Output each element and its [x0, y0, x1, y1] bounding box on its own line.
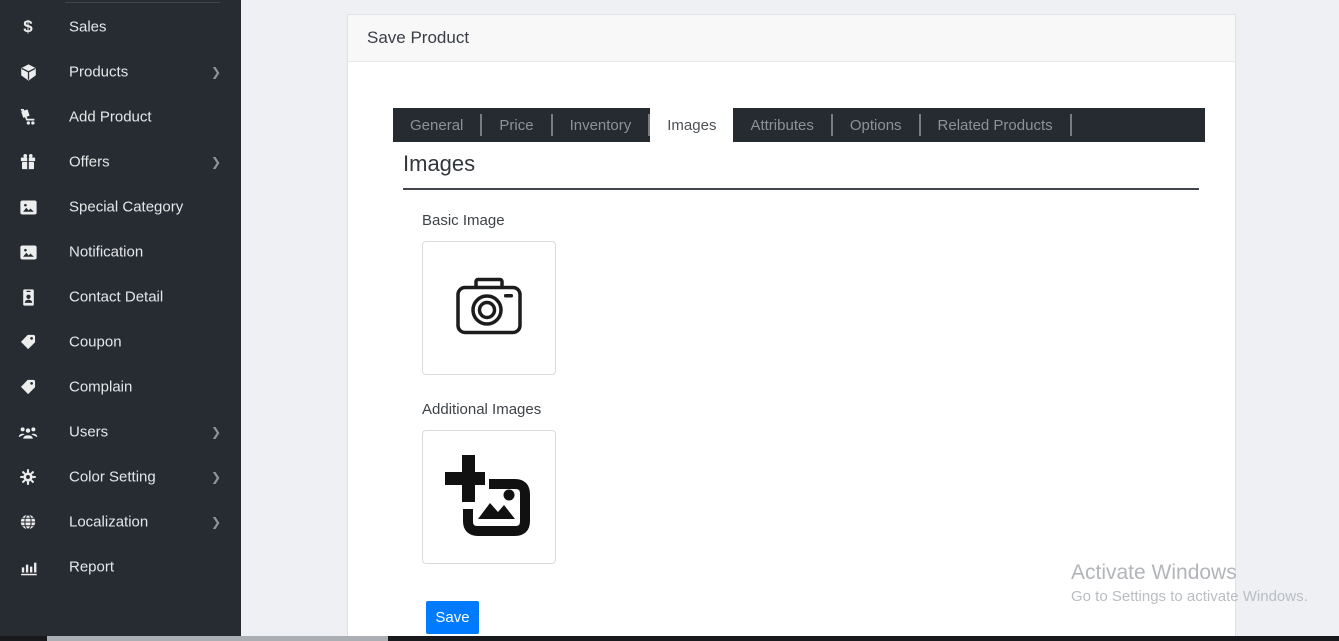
sidebar-item-color-setting[interactable]: Color Setting ❯ [0, 455, 241, 500]
tag-icon [17, 376, 39, 398]
additional-images-upload[interactable] [422, 430, 556, 564]
chevron-right-icon: ❯ [211, 470, 221, 484]
gift-icon [17, 151, 39, 173]
sidebar-item-special-category[interactable]: Special Category ❯ [0, 185, 241, 230]
sidebar-item-coupon[interactable]: Coupon ❯ [0, 320, 241, 365]
tab-price[interactable]: Price [482, 108, 550, 142]
sidebar-divider [65, 2, 220, 3]
image-icon [17, 241, 39, 263]
scrollbar-thumb[interactable] [47, 636, 388, 641]
save-product-card: Save Product GeneralPriceInventoryImages… [347, 14, 1236, 641]
sidebar: $ Sales ❯ Products ❯ Add Product ❯ Offer… [0, 0, 241, 641]
chevron-right-icon: ❯ [211, 155, 221, 169]
sidebar-item-label: Add Product [69, 109, 152, 126]
sidebar-item-label: Coupon [69, 334, 122, 351]
sidebar-item-label: Products [69, 64, 128, 81]
sidebar-item-label: Offers [69, 154, 110, 171]
tab-bar: GeneralPriceInventoryImagesAttributesOpt… [393, 108, 1205, 142]
basic-image-label: Basic Image [422, 212, 505, 229]
screen: $ Sales ❯ Products ❯ Add Product ❯ Offer… [0, 0, 1339, 641]
tag-icon [17, 331, 39, 353]
add-photo-icon [445, 451, 533, 544]
sidebar-item-localization[interactable]: Localization ❯ [0, 500, 241, 545]
globe-icon [17, 511, 39, 533]
sidebar-item-label: Users [69, 424, 108, 441]
sidebar-item-label: Special Category [69, 199, 183, 216]
sidebar-item-complain[interactable]: Complain ❯ [0, 365, 241, 410]
sidebar-item-label: Color Setting [69, 469, 156, 486]
sidebar-item-offers[interactable]: Offers ❯ [0, 140, 241, 185]
sidebar-item-label: Sales [69, 19, 107, 36]
address-card-icon [17, 286, 39, 308]
chevron-right-icon: ❯ [211, 515, 221, 529]
chevron-right-icon: ❯ [211, 65, 221, 79]
tab-inventory[interactable]: Inventory [553, 108, 649, 142]
basic-image-upload[interactable] [422, 241, 556, 375]
camera-icon [456, 277, 522, 340]
chevron-right-icon: ❯ [211, 425, 221, 439]
tab-general[interactable]: General [393, 108, 480, 142]
sidebar-item-add-product[interactable]: Add Product ❯ [0, 95, 241, 140]
sidebar-item-products[interactable]: Products ❯ [0, 50, 241, 95]
cube-icon [17, 61, 39, 83]
sidebar-item-label: Notification [69, 244, 143, 261]
dolly-icon [17, 106, 39, 128]
tab-images[interactable]: Images [650, 104, 733, 150]
save-button[interactable]: Save [426, 601, 479, 634]
sidebar-item-label: Localization [69, 514, 148, 531]
sidebar-item-users[interactable]: Users ❯ [0, 410, 241, 455]
tab-related-products[interactable]: Related Products [921, 108, 1070, 142]
sidebar-item-contact-detail[interactable]: Contact Detail ❯ [0, 275, 241, 320]
sidebar-item-label: Report [69, 559, 114, 576]
sidebar-item-label: Complain [69, 379, 132, 396]
tab-attributes[interactable]: Attributes [733, 108, 830, 142]
dollar-icon: $ [17, 16, 39, 38]
sidebar-item-sales[interactable]: $ Sales ❯ [0, 5, 241, 50]
image-icon [17, 196, 39, 218]
horizontal-scrollbar[interactable] [0, 636, 1339, 641]
tab-separator [1070, 114, 1072, 136]
sidebar-item-notification[interactable]: Notification ❯ [0, 230, 241, 275]
section-heading: Images [403, 151, 475, 177]
heading-rule [403, 188, 1199, 190]
gear-icon [17, 466, 39, 488]
users-icon [17, 421, 39, 443]
card-header: Save Product [348, 15, 1235, 62]
card-title: Save Product [367, 28, 469, 48]
tab-options[interactable]: Options [833, 108, 919, 142]
sidebar-item-report[interactable]: Report ❯ [0, 545, 241, 590]
chart-bar-icon [17, 556, 39, 578]
additional-images-label: Additional Images [422, 401, 541, 418]
sidebar-item-label: Contact Detail [69, 289, 163, 306]
